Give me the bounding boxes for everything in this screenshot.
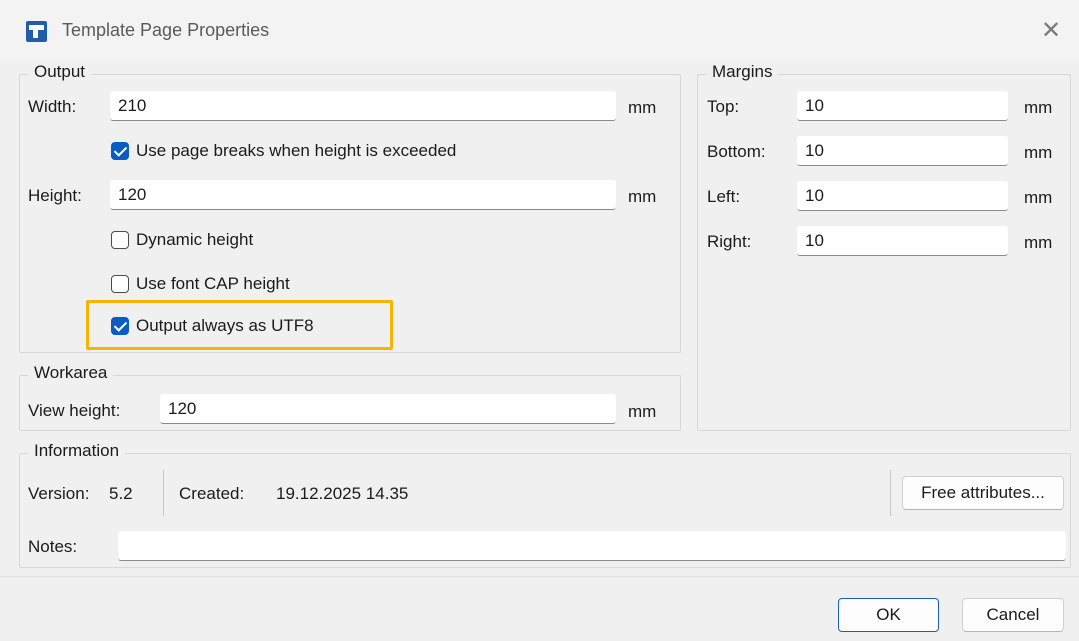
checkbox-icon: [111, 317, 129, 335]
bottom-label: Bottom:: [707, 142, 766, 161]
bottom-input[interactable]: 10: [797, 136, 1008, 166]
view-height-label: View height:: [28, 401, 121, 420]
created-label: Created:: [179, 484, 245, 503]
right-label: Right:: [707, 232, 752, 251]
utf8-label: Output always as UTF8: [136, 316, 314, 335]
top-input[interactable]: 10: [797, 91, 1008, 121]
checkbox-icon: [111, 275, 129, 293]
notes-label: Notes:: [28, 537, 78, 556]
dynamic-height-label: Dynamic height: [136, 230, 254, 249]
title-bar: Template Page Properties ✕: [0, 0, 1079, 62]
version-value: 5.2: [109, 484, 133, 503]
notes-input[interactable]: [118, 531, 1066, 561]
footer-divider: [0, 576, 1079, 577]
width-input[interactable]: 210: [110, 91, 616, 121]
right-unit: mm: [1024, 233, 1053, 252]
created-value: 19.12.2025 14.35: [276, 484, 409, 503]
top-label: Top:: [707, 97, 740, 116]
width-label: Width:: [28, 97, 77, 116]
dynamic-height-checkbox[interactable]: Dynamic height: [111, 230, 253, 250]
bottom-unit: mm: [1024, 143, 1053, 162]
app-icon: [26, 21, 47, 42]
left-unit: mm: [1024, 188, 1053, 207]
checkbox-icon: [111, 231, 129, 249]
workarea-legend: Workarea: [28, 363, 114, 383]
utf8-checkbox[interactable]: Output always as UTF8: [111, 316, 314, 336]
height-label: Height:: [28, 186, 82, 205]
right-input[interactable]: 10: [797, 226, 1008, 256]
cancel-button[interactable]: Cancel: [962, 598, 1064, 632]
page-breaks-checkbox[interactable]: Use page breaks when height is exceeded: [111, 141, 456, 161]
view-height-unit: mm: [628, 402, 657, 421]
information-legend: Information: [28, 441, 126, 461]
info-divider: [163, 470, 164, 516]
close-icon[interactable]: ✕: [1036, 16, 1066, 46]
height-input[interactable]: 120: [110, 180, 616, 210]
margins-legend: Margins: [706, 62, 779, 82]
window-title: Template Page Properties: [62, 20, 270, 40]
width-unit: mm: [628, 98, 657, 117]
version-label: Version:: [28, 484, 90, 503]
view-height-input[interactable]: 120: [160, 394, 616, 424]
left-input[interactable]: 10: [797, 181, 1008, 211]
output-legend: Output: [28, 62, 92, 82]
checkbox-icon: [111, 142, 129, 160]
free-attributes-divider: [890, 470, 891, 516]
free-attributes-button[interactable]: Free attributes...: [902, 476, 1064, 510]
font-cap-label: Use font CAP height: [136, 274, 290, 293]
ok-button[interactable]: OK: [838, 598, 939, 632]
page-breaks-label: Use page breaks when height is exceeded: [136, 141, 457, 160]
height-unit: mm: [628, 187, 657, 206]
font-cap-checkbox[interactable]: Use font CAP height: [111, 274, 290, 294]
top-unit: mm: [1024, 98, 1053, 117]
left-label: Left:: [707, 187, 741, 206]
